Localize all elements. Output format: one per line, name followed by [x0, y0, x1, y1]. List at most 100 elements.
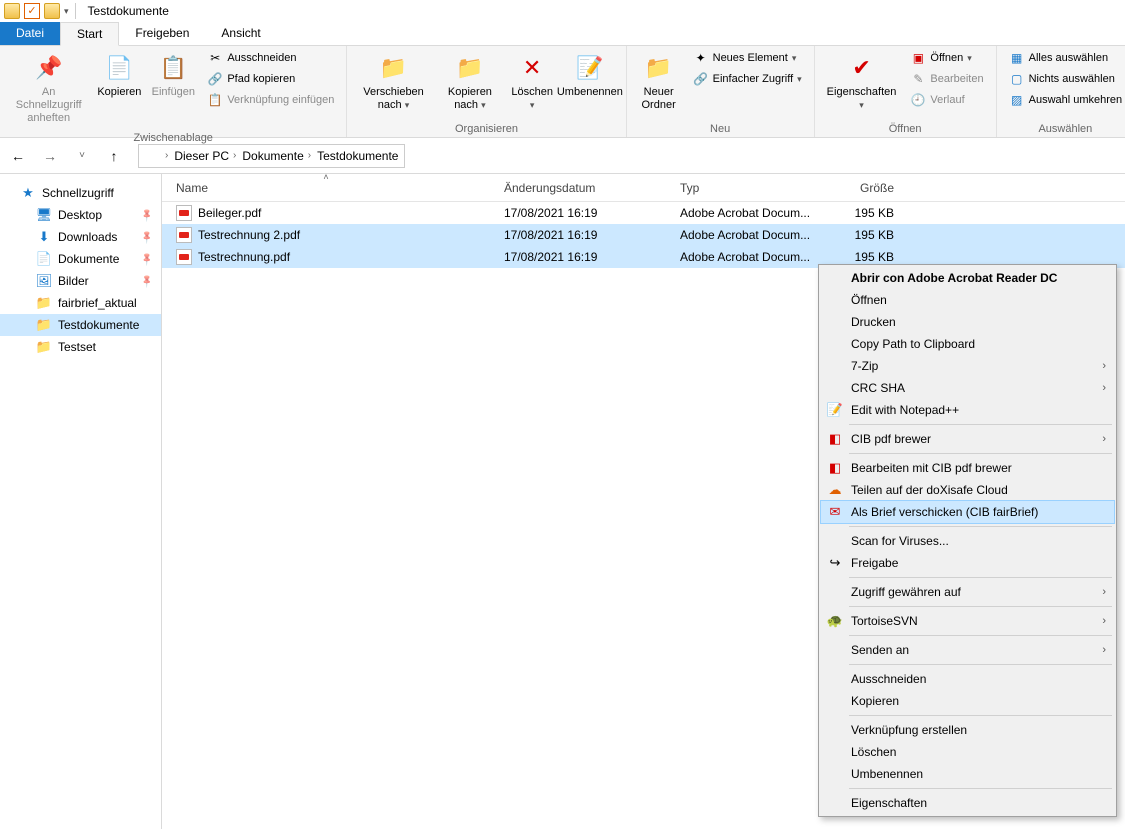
group-label: Organisieren — [355, 121, 617, 137]
ctx-cut[interactable]: Ausschneiden — [821, 668, 1114, 690]
recent-dropdown[interactable]: ˅ — [70, 144, 94, 168]
ctx-fairbrief[interactable]: ✉Als Brief verschicken (CIB fairBrief) — [821, 501, 1114, 523]
history-button[interactable]: 🕘Verlauf — [906, 90, 987, 110]
crumb-documents[interactable]: Dokumente› — [242, 149, 313, 163]
chevron-right-icon: › — [1102, 644, 1106, 656]
tree-documents[interactable]: 📄Dokumente — [0, 248, 161, 270]
label: Einfügen — [152, 86, 195, 99]
folder-icon: 📁 — [36, 317, 52, 333]
ctx-crc[interactable]: CRC SHA› — [821, 377, 1114, 399]
easy-access-button[interactable]: 🔗Einfacher Zugriff ▾ — [689, 69, 806, 89]
chevron-right-icon: › — [1102, 615, 1106, 627]
tree-desktop[interactable]: 🖥Desktop — [0, 204, 161, 226]
back-button[interactable]: ← — [6, 144, 30, 168]
ctx-open[interactable]: Öffnen — [821, 289, 1114, 311]
star-icon: ★ — [20, 185, 36, 201]
rename-icon: 📝 — [574, 52, 606, 84]
ctx-properties[interactable]: Eigenschaften — [821, 792, 1114, 814]
invert-selection-button[interactable]: ▨Auswahl umkehren — [1005, 90, 1125, 110]
ctx-7zip[interactable]: 7-Zip› — [821, 355, 1114, 377]
copy-button[interactable]: 📄 Kopieren — [95, 48, 143, 103]
col-size[interactable]: Größe — [814, 181, 914, 195]
chevron-right-icon: › — [1102, 360, 1106, 372]
cut-button[interactable]: ✂Ausschneiden — [203, 48, 338, 68]
tree-fairbrief[interactable]: 📁fairbrief_aktual — [0, 292, 161, 314]
col-type[interactable]: Typ — [666, 181, 814, 195]
tree-quick-access[interactable]: ★Schnellzugriff — [0, 182, 161, 204]
ctx-delete[interactable]: Löschen — [821, 741, 1114, 763]
tab-start[interactable]: Start — [60, 22, 119, 46]
tree-testset[interactable]: 📁Testset — [0, 336, 161, 358]
separator — [849, 424, 1112, 425]
paste-button[interactable]: 📋 Einfügen — [149, 48, 197, 103]
tree-testdokumente[interactable]: 📁Testdokumente — [0, 314, 161, 336]
ctx-doxisafe[interactable]: ☁Teilen auf der doXisafe Cloud — [821, 479, 1114, 501]
qat-checkbox-icon[interactable]: ✓ — [24, 3, 40, 19]
separator — [849, 453, 1112, 454]
download-icon: ⬇ — [36, 229, 52, 245]
select-all-button[interactable]: ▦Alles auswählen — [1005, 48, 1125, 68]
properties-button[interactable]: ✔Eigenschaften ▾ — [823, 48, 901, 116]
tab-share[interactable]: Freigeben — [119, 22, 205, 45]
ctx-copy-path[interactable]: Copy Path to Clipboard — [821, 333, 1114, 355]
ctx-share[interactable]: ↪Freigabe — [821, 552, 1114, 574]
select-all-icon: ▦ — [1009, 50, 1025, 66]
ctx-tortoise[interactable]: 🐢TortoiseSVN› — [821, 610, 1114, 632]
ctx-print[interactable]: Drucken — [821, 311, 1114, 333]
scissors-icon: ✂ — [207, 50, 223, 66]
tab-view[interactable]: Ansicht — [205, 22, 276, 45]
copy-path-button[interactable]: 🔗Pfad kopieren — [203, 69, 338, 89]
ctx-open-default[interactable]: Abrir con Adobe Acrobat Reader DC — [821, 267, 1114, 289]
up-button[interactable]: ↑ — [102, 144, 126, 168]
copy-to-button[interactable]: 📁Kopieren nach ▾ — [438, 48, 502, 116]
file-row[interactable]: Beileger.pdf 17/08/2021 16:19 Adobe Acro… — [162, 202, 1125, 224]
qat-dropdown-icon[interactable]: ▾ — [64, 6, 69, 17]
file-row[interactable]: Testrechnung 2.pdf 17/08/2021 16:19 Adob… — [162, 224, 1125, 246]
ctx-scan[interactable]: Scan for Viruses... — [821, 530, 1114, 552]
move-to-button[interactable]: 📁Verschieben nach ▾ — [355, 48, 431, 116]
ctx-send-to[interactable]: Senden an› — [821, 639, 1114, 661]
ctx-rename[interactable]: Umbenennen — [821, 763, 1114, 785]
title-bar: ✓ ▾ Testdokumente — [0, 0, 1125, 22]
ctx-grant-access[interactable]: Zugriff gewähren auf› — [821, 581, 1114, 603]
ctx-copy[interactable]: Kopieren — [821, 690, 1114, 712]
delete-button[interactable]: ✕Löschen ▾ — [508, 48, 556, 116]
separator — [849, 788, 1112, 789]
ctx-shortcut[interactable]: Verknüpfung erstellen — [821, 719, 1114, 741]
new-folder-button[interactable]: 📁Neuer Ordner — [635, 48, 683, 116]
select-none-icon: ▢ — [1009, 71, 1025, 87]
pin-to-quick-access-button[interactable]: 📌 An Schnellzugriff anheften — [8, 48, 89, 130]
select-none-button[interactable]: ▢Nichts auswählen — [1005, 69, 1125, 89]
crumb-testdokumente[interactable]: Testdokumente — [317, 149, 398, 163]
invert-icon: ▨ — [1009, 92, 1025, 108]
tree-pictures[interactable]: 🖼Bilder — [0, 270, 161, 292]
ctx-cib-brewer[interactable]: ◧CIB pdf brewer› — [821, 428, 1114, 450]
paste-icon: 📋 — [157, 52, 189, 84]
rename-button[interactable]: 📝Umbenennen — [562, 48, 617, 103]
chevron-right-icon: › — [1102, 586, 1106, 598]
pictures-icon: 🖼 — [36, 273, 52, 289]
ctx-notepadpp[interactable]: 📝Edit with Notepad++ — [821, 399, 1114, 421]
tree-downloads[interactable]: ⬇Downloads — [0, 226, 161, 248]
documents-icon: 📄 — [36, 251, 52, 267]
ctx-cib-edit[interactable]: ◧Bearbeiten mit CIB pdf brewer — [821, 457, 1114, 479]
label: Kopieren — [97, 86, 141, 99]
new-item-button[interactable]: ✦Neues Element ▾ — [689, 48, 806, 68]
sort-indicator-icon: ˄ — [162, 172, 490, 182]
crumb-root[interactable]: › — [163, 150, 170, 161]
col-name[interactable]: Name — [162, 181, 490, 195]
tab-file[interactable]: Datei — [0, 22, 60, 45]
open-button[interactable]: ▣Öffnen ▾ — [906, 48, 987, 68]
edit-button[interactable]: ✎Bearbeiten — [906, 69, 987, 89]
paste-shortcut-button[interactable]: 📋Verknüpfung einfügen — [203, 90, 338, 110]
group-label: Auswählen — [1005, 121, 1125, 137]
ribbon-group-clipboard: 📌 An Schnellzugriff anheften 📄 Kopieren … — [0, 46, 347, 137]
crumb-this-pc[interactable]: Dieser PC› — [174, 149, 238, 163]
address-bar[interactable]: › Dieser PC› Dokumente› Testdokumente — [138, 144, 405, 168]
move-icon: 📁 — [378, 52, 410, 84]
col-date[interactable]: Änderungsdatum — [490, 181, 666, 195]
group-label: Neu — [635, 121, 806, 137]
new-folder-icon: 📁 — [643, 52, 675, 84]
pin-icon: 📌 — [33, 52, 65, 84]
forward-button[interactable]: → — [38, 144, 62, 168]
